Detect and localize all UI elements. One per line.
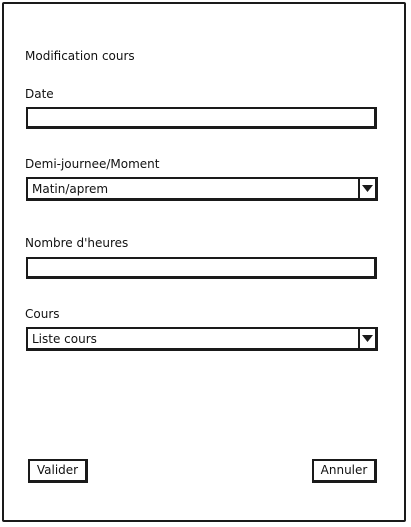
moment-select[interactable]: Matin/aprem <box>26 177 378 201</box>
moment-select-value: Matin/aprem <box>32 182 109 196</box>
hours-label: Nombre d'heures <box>25 236 129 250</box>
form-title: Modification cours <box>25 49 135 63</box>
course-label: Cours <box>25 307 60 321</box>
moment-label: Demi-journee/Moment <box>25 157 160 171</box>
chevron-down-icon[interactable] <box>358 179 375 198</box>
course-select[interactable]: Liste cours <box>26 327 378 351</box>
course-select-value: Liste cours <box>32 332 97 346</box>
validate-button[interactable]: Valider <box>28 459 88 483</box>
chevron-down-icon[interactable] <box>358 329 375 348</box>
date-label: Date <box>25 87 54 101</box>
date-input[interactable] <box>26 107 377 129</box>
hours-input[interactable] <box>26 257 377 279</box>
cancel-button[interactable]: Annuler <box>312 459 377 483</box>
